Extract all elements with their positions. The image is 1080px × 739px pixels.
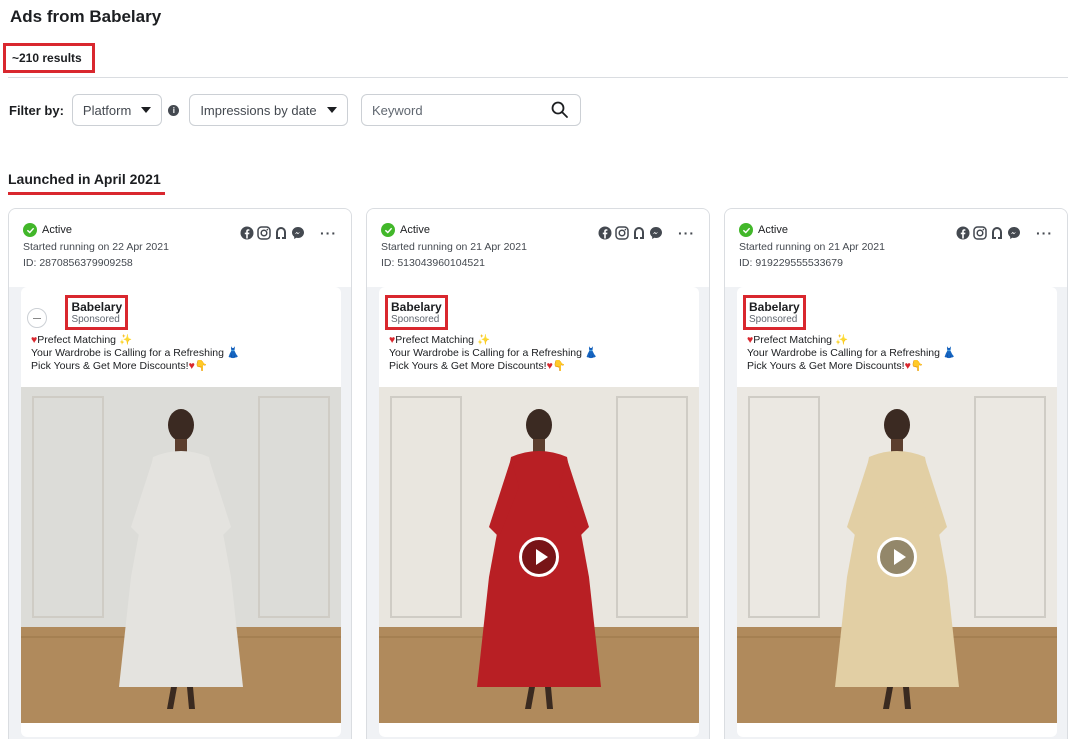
ad-text-line: Your Wardrobe is Calling for a Refreshin…: [389, 347, 582, 359]
ad-image[interactable]: [737, 387, 1057, 723]
active-check-icon: [381, 223, 395, 237]
ad-card-header: Active Started running on 22 Apr 2021 ID…: [9, 209, 351, 287]
page-avatar[interactable]: [27, 307, 47, 328]
sponsored-label: Sponsored: [71, 314, 120, 325]
library-id: ID: 513043960104521: [381, 257, 485, 269]
more-options-icon[interactable]: ···: [678, 226, 695, 240]
instagram-icon: [973, 226, 987, 240]
status-label: Active: [758, 224, 788, 236]
more-options-icon[interactable]: ···: [1036, 226, 1053, 240]
ad-text-line: Pick Yours & Get More Discounts!: [31, 360, 189, 372]
pointing-emoji-icon: 👇: [552, 360, 566, 372]
ad-body-text: ♥Prefect Matching ✨ Your Wardrobe is Cal…: [743, 334, 1047, 373]
platform-dropdown-label: Platform: [82, 102, 132, 118]
ad-body-text: ♥Prefect Matching ✨ Your Wardrobe is Cal…: [27, 334, 331, 373]
sparkle-emoji-icon: ✨: [834, 334, 849, 346]
page-title: Ads from Babelary: [10, 7, 162, 26]
start-date: Started running on 21 Apr 2021: [739, 241, 885, 253]
dress-emoji-icon: 👗: [584, 347, 598, 359]
section-title: Launched in April 2021: [8, 171, 161, 187]
caret-down-icon: [326, 107, 337, 113]
advertiser-box: Babelary Sponsored: [385, 295, 448, 330]
active-check-icon: [739, 223, 753, 237]
ad-image[interactable]: [21, 387, 341, 723]
platform-dropdown[interactable]: Platform: [71, 94, 163, 126]
instagram-icon: [615, 226, 629, 240]
ad-card-header: Active Started running on 21 Apr 2021 ID…: [367, 209, 709, 287]
caret-down-icon: [141, 107, 152, 113]
start-date: Started running on 22 Apr 2021: [23, 241, 169, 253]
filter-bar: Filter by: Platform i Impressions by dat…: [9, 94, 348, 126]
audience-network-icon: [632, 226, 646, 240]
messenger-icon: [649, 226, 663, 240]
sponsored-label: Sponsored: [391, 314, 440, 325]
ad-text-line: Prefect Matching: [37, 334, 117, 346]
impressions-dropdown[interactable]: Impressions by date: [189, 94, 348, 126]
ad-text-line: Prefect Matching: [753, 334, 833, 346]
instagram-icon: [257, 226, 271, 240]
dress-emoji-icon: 👗: [226, 347, 240, 359]
advertiser-box: Babelary Sponsored: [65, 295, 129, 330]
info-icon[interactable]: i: [168, 104, 180, 116]
ad-body-text: ♥Prefect Matching ✨ Your Wardrobe is Cal…: [385, 334, 689, 373]
impressions-dropdown-label: Impressions by date: [200, 102, 317, 118]
advertiser-name[interactable]: Babelary: [749, 300, 800, 314]
ad-card: Active Started running on 21 Apr 2021 ID…: [366, 208, 710, 739]
ad-text-line: Pick Yours & Get More Discounts!: [747, 360, 905, 372]
status-label: Active: [400, 224, 430, 236]
ad-preview[interactable]: Babelary Sponsored ♥Prefect Matching ✨ Y…: [379, 287, 699, 737]
ad-preview[interactable]: Babelary Sponsored ♥Prefect Matching ✨ Y…: [737, 287, 1057, 737]
sparkle-emoji-icon: ✨: [476, 334, 491, 346]
audience-network-icon: [274, 226, 288, 240]
ad-card: Active Started running on 21 Apr 2021 ID…: [724, 208, 1068, 739]
keyword-placeholder: Keyword: [372, 102, 423, 118]
ad-text-line: Your Wardrobe is Calling for a Refreshin…: [747, 347, 940, 359]
status-label: Active: [42, 224, 72, 236]
section-underline: [8, 192, 165, 195]
advertiser-box: Babelary Sponsored: [743, 295, 806, 330]
advertiser-name[interactable]: Babelary: [391, 300, 442, 314]
search-icon[interactable]: [550, 100, 570, 120]
divider: [8, 77, 1068, 78]
ad-card-header: Active Started running on 21 Apr 2021 ID…: [725, 209, 1067, 287]
play-icon[interactable]: [877, 537, 917, 577]
start-date: Started running on 21 Apr 2021: [381, 241, 527, 253]
pointing-emoji-icon: 👇: [910, 360, 924, 372]
ad-image[interactable]: [379, 387, 699, 723]
facebook-icon: [240, 226, 254, 240]
ad-text-line: Prefect Matching: [395, 334, 475, 346]
ad-preview[interactable]: Babelary Sponsored ♥Prefect Matching ✨ Y…: [21, 287, 341, 737]
facebook-icon: [956, 226, 970, 240]
ad-card: Active Started running on 22 Apr 2021 ID…: [8, 208, 352, 739]
ad-text-line: Your Wardrobe is Calling for a Refreshin…: [31, 347, 224, 359]
dress-emoji-icon: 👗: [942, 347, 956, 359]
messenger-icon: [291, 226, 305, 240]
sponsored-label: Sponsored: [749, 314, 798, 325]
play-icon[interactable]: [519, 537, 559, 577]
filter-label: Filter by:: [9, 102, 64, 118]
platform-icons: ···: [956, 226, 1053, 240]
active-check-icon: [23, 223, 37, 237]
keyword-search-input[interactable]: Keyword: [361, 94, 581, 126]
library-id: ID: 919229555533679: [739, 257, 843, 269]
audience-network-icon: [990, 226, 1004, 240]
platform-icons: ···: [240, 226, 337, 240]
facebook-icon: [598, 226, 612, 240]
sparkle-emoji-icon: ✨: [118, 334, 133, 346]
results-count: ~210 results: [3, 43, 95, 73]
advertiser-name[interactable]: Babelary: [71, 300, 122, 314]
ad-text-line: Pick Yours & Get More Discounts!: [389, 360, 547, 372]
pointing-emoji-icon: 👇: [194, 360, 208, 372]
more-options-icon[interactable]: ···: [320, 226, 337, 240]
messenger-icon: [1007, 226, 1021, 240]
platform-icons: ···: [598, 226, 695, 240]
library-id: ID: 2870856379909258: [23, 257, 133, 269]
